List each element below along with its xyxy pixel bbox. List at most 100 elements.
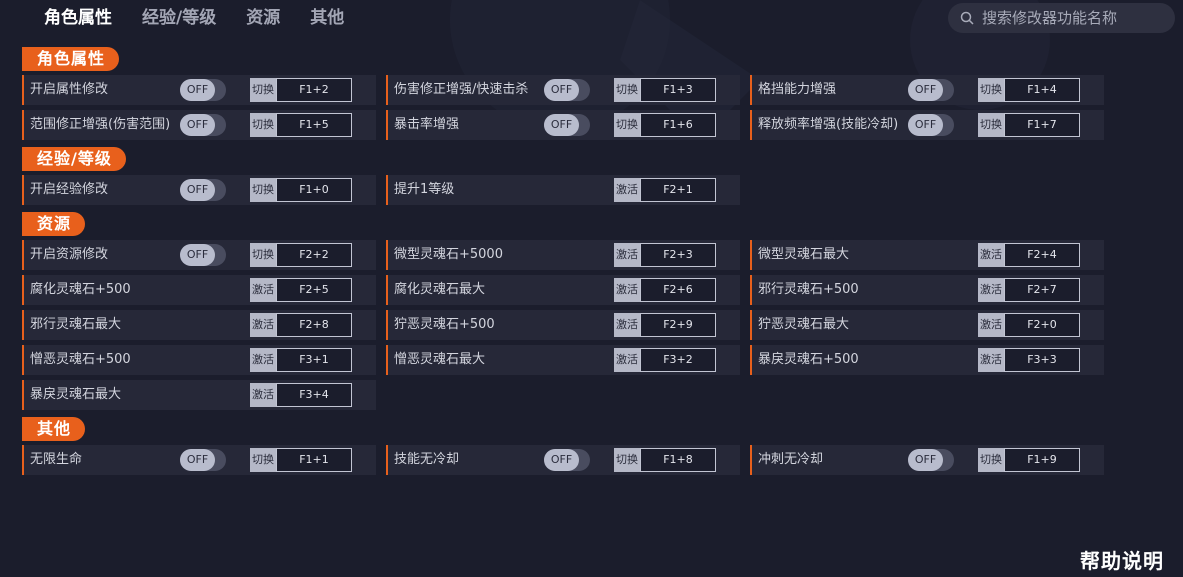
hotkey-field[interactable]: F1+7 <box>1004 113 1080 137</box>
switch-button[interactable]: 切换 <box>250 113 276 137</box>
activate-button[interactable]: 激活 <box>250 383 276 407</box>
hotkey-group: 切换 F1+6 <box>614 113 716 137</box>
tab-experience-level[interactable]: 经验/等级 <box>142 6 216 32</box>
toggle-switch[interactable]: OFF <box>544 114 590 136</box>
switch-button[interactable]: 切换 <box>978 448 1004 472</box>
activate-button[interactable]: 激活 <box>614 178 640 202</box>
section-experience-level-header: 经验/等级 <box>22 147 126 171</box>
cheat-item: 憎恶灵魂石最大 激活 F3+2 <box>386 345 740 375</box>
activate-button[interactable]: 激活 <box>614 278 640 302</box>
hotkey-group: 切换 F2+2 <box>250 243 352 267</box>
hotkey-field[interactable]: F1+0 <box>276 178 352 202</box>
hotkey-field[interactable]: F1+3 <box>640 78 716 102</box>
cheat-label: 伤害修正增强/快速击杀 <box>394 82 529 97</box>
activate-button[interactable]: 激活 <box>614 243 640 267</box>
toggle-state: OFF <box>908 79 943 101</box>
cheat-label: 技能无冷却 <box>394 452 460 467</box>
hotkey-group: 激活 F3+2 <box>614 348 716 372</box>
hotkey-field[interactable]: F1+9 <box>1004 448 1080 472</box>
toggle-switch[interactable]: OFF <box>908 449 954 471</box>
switch-button[interactable]: 切换 <box>250 243 276 267</box>
switch-button[interactable]: 切换 <box>978 78 1004 102</box>
activate-button[interactable]: 激活 <box>614 348 640 372</box>
toggle-switch[interactable]: OFF <box>908 79 954 101</box>
hotkey-field[interactable]: F2+5 <box>276 278 352 302</box>
hotkey-group: 激活 F2+7 <box>978 278 1080 302</box>
tab-resources[interactable]: 资源 <box>246 6 280 32</box>
toggle-state: OFF <box>544 114 579 136</box>
cheat-label: 微型灵魂石+5000 <box>394 247 503 262</box>
switch-button[interactable]: 切换 <box>250 78 276 102</box>
cheat-label: 冲刺无冷却 <box>758 452 824 467</box>
cheat-label: 格挡能力增强 <box>758 82 837 97</box>
hotkey-field[interactable]: F2+4 <box>1004 243 1080 267</box>
cheat-item: 暴戾灵魂石+500 激活 F3+3 <box>750 345 1104 375</box>
hotkey-field[interactable]: F1+8 <box>640 448 716 472</box>
toggle-switch[interactable]: OFF <box>180 114 226 136</box>
switch-button[interactable]: 切换 <box>614 78 640 102</box>
activate-button[interactable]: 激活 <box>978 348 1004 372</box>
activate-button[interactable]: 激活 <box>978 278 1004 302</box>
hotkey-field[interactable]: F3+2 <box>640 348 716 372</box>
help-button[interactable]: 帮助说明 <box>1080 545 1164 574</box>
tab-other[interactable]: 其他 <box>310 6 344 32</box>
cheat-item: 范围修正增强(伤害范围) OFF 切换 F1+5 <box>22 110 376 140</box>
cheat-item: 技能无冷却 OFF 切换 F1+8 <box>386 445 740 475</box>
hotkey-group: 切换 F1+2 <box>250 78 352 102</box>
toggle-switch[interactable]: OFF <box>180 449 226 471</box>
toggle-switch[interactable]: OFF <box>180 79 226 101</box>
hotkey-field[interactable]: F2+2 <box>276 243 352 267</box>
cheat-label: 暴击率增强 <box>394 117 460 132</box>
cheat-label: 释放频率增强(技能冷却) <box>758 117 899 132</box>
tab-character-attributes[interactable]: 角色属性 <box>44 6 112 32</box>
toggle-switch[interactable]: OFF <box>544 449 590 471</box>
switch-button[interactable]: 切换 <box>614 448 640 472</box>
cheat-item: 无限生命 OFF 切换 F1+1 <box>22 445 376 475</box>
switch-button[interactable]: 切换 <box>978 113 1004 137</box>
hotkey-field[interactable]: F2+6 <box>640 278 716 302</box>
activate-button[interactable]: 激活 <box>250 313 276 337</box>
hotkey-group: 切换 F1+7 <box>978 113 1080 137</box>
section-resources-header: 资源 <box>22 212 86 236</box>
hotkey-group: 切换 F1+3 <box>614 78 716 102</box>
hotkey-group: 激活 F3+4 <box>250 383 352 407</box>
hotkey-field[interactable]: F1+2 <box>276 78 352 102</box>
activate-button[interactable]: 激活 <box>250 348 276 372</box>
activate-button[interactable]: 激活 <box>250 278 276 302</box>
activate-button[interactable]: 激活 <box>978 313 1004 337</box>
toggle-switch[interactable]: OFF <box>908 114 954 136</box>
hotkey-field[interactable]: F1+6 <box>640 113 716 137</box>
cheat-item: 微型灵魂石+5000 激活 F2+3 <box>386 240 740 270</box>
toggle-state: OFF <box>180 79 215 101</box>
cheat-label: 邪行灵魂石+500 <box>758 282 859 297</box>
hotkey-field[interactable]: F3+1 <box>276 348 352 372</box>
hotkey-field[interactable]: F3+4 <box>276 383 352 407</box>
hotkey-field[interactable]: F2+8 <box>276 313 352 337</box>
hotkey-field[interactable]: F1+1 <box>276 448 352 472</box>
cheat-item: 开启资源修改 OFF 切换 F2+2 <box>22 240 376 270</box>
toggle-switch[interactable]: OFF <box>180 179 226 201</box>
activate-button[interactable]: 激活 <box>614 313 640 337</box>
search-input[interactable] <box>980 8 1174 28</box>
activate-button[interactable]: 激活 <box>978 243 1004 267</box>
hotkey-field[interactable]: F2+1 <box>640 178 716 202</box>
hotkey-field[interactable]: F1+5 <box>276 113 352 137</box>
cheat-item: 伤害修正增强/快速击杀 OFF 切换 F1+3 <box>386 75 740 105</box>
hotkey-field[interactable]: F2+7 <box>1004 278 1080 302</box>
cheat-item: 腐化灵魂石+500 激活 F2+5 <box>22 275 376 305</box>
cheat-item: 暴戾灵魂石最大 激活 F3+4 <box>22 380 376 410</box>
hotkey-field[interactable]: F3+3 <box>1004 348 1080 372</box>
hotkey-field[interactable]: F2+3 <box>640 243 716 267</box>
hotkey-field[interactable]: F1+4 <box>1004 78 1080 102</box>
toggle-state: OFF <box>908 114 943 136</box>
switch-button[interactable]: 切换 <box>250 178 276 202</box>
switch-button[interactable]: 切换 <box>250 448 276 472</box>
toggle-switch[interactable]: OFF <box>180 244 226 266</box>
cheat-label: 狞恶灵魂石最大 <box>758 317 850 332</box>
hotkey-group: 激活 F2+3 <box>614 243 716 267</box>
hotkey-field[interactable]: F2+0 <box>1004 313 1080 337</box>
switch-button[interactable]: 切换 <box>614 113 640 137</box>
hotkey-field[interactable]: F2+9 <box>640 313 716 337</box>
section-other-header: 其他 <box>22 417 86 441</box>
toggle-switch[interactable]: OFF <box>544 79 590 101</box>
